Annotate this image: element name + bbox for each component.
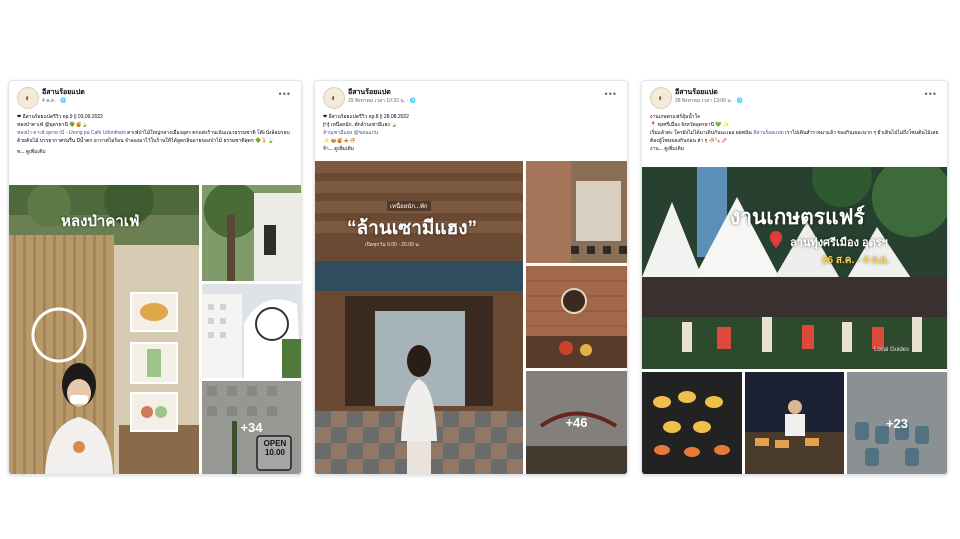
brick-wall-photo: [526, 266, 627, 368]
post-caption: ❤ อีสานร้อยแปดรีวิว ep.8 || 28.08.2022: [323, 114, 409, 120]
post-line: 🍽 เหนื่อยนัก..พักล้านเซามีแฮง 🍃: [323, 122, 398, 128]
page-avatar[interactable]: ◐: [323, 87, 345, 109]
more-photos-count[interactable]: +34: [202, 381, 301, 474]
overlay-small-text: เหนื่อยนัก...พัก: [387, 201, 431, 211]
more-photos-count[interactable]: +23: [847, 372, 947, 474]
post-header: ◐ อีสานร้อยแปด 29 สิงหาคม เวลา 10:32 น. …: [315, 81, 627, 113]
photo-main[interactable]: หลงป่าคาเฟ่: [9, 185, 199, 474]
tree-photo: [202, 185, 301, 281]
post-card-2: ◐ อีสานร้อยแปด 29 สิงหาคม เวลา 10:32 น. …: [314, 80, 628, 475]
post-timestamp[interactable]: 4 พ.ค. · 🌐: [42, 97, 66, 105]
food-photo: [642, 372, 742, 474]
building-photo: [202, 284, 301, 378]
stall-photo: [745, 372, 844, 474]
see-more-link[interactable]: ท... ดูเพิ่มเติม: [17, 149, 46, 155]
photo-2[interactable]: [202, 185, 301, 281]
page-avatar[interactable]: ◐: [17, 87, 39, 109]
local-guides-watermark: Local Guides: [874, 347, 910, 353]
post-line: หลงป่าคาเฟ่ @อุดรธานี 🌳🍯🍃: [17, 122, 88, 128]
post-caption: ❤ อีสานร้อยแปดรีวิว ep.9 || 03.09.2022: [17, 114, 103, 120]
photo-2[interactable]: [526, 161, 627, 263]
post-card-1: ◐ อีสานร้อยแปด 4 พ.ค. · 🌐 ••• ❤ อีสานร้อ…: [8, 80, 302, 475]
overlay-sub-text: เปิดทุกวัน 9.00 - 20.00 น.: [365, 242, 420, 248]
overlay-dates: 26 ส.ค. - 4 ก.ย.: [822, 255, 889, 266]
photo-overlay-text: หลงป่าคาเฟ่: [61, 213, 140, 230]
page-mention-link[interactable]: อีสานร้อยแปด: [753, 130, 784, 136]
photo-4[interactable]: +46: [526, 371, 627, 474]
post-timestamp[interactable]: 29 สิงหาคม เวลา 10:32 น. · 🌐: [348, 97, 416, 105]
more-options-icon[interactable]: •••: [605, 89, 617, 99]
photo-overlay-title: งานเกษตรแฟร์: [730, 206, 865, 229]
post-header: ◐ อีสานร้อยแปด 4 พ.ค. · 🌐 •••: [9, 81, 301, 113]
post-body: ✨ 🍲🍯🍝🍜: [323, 138, 356, 144]
post-text: ❤ อีสานร้อยแปดรีวิว ep.9 || 03.09.2022 ห…: [9, 113, 301, 156]
more-options-icon[interactable]: •••: [279, 89, 291, 99]
post-header: ◐ อีสานร้อยแปด 28 สิงหาคม เวลา 13:06 น. …: [642, 81, 947, 113]
post-text: ❤ อีสานร้อยแปดรีวิว ep.8 || 28.08.2022 🍽…: [315, 113, 627, 153]
photo-grid: งานเกษตรแฟร์ ลานทุ่งศรีเมือง อุดรฯ 26 ส.…: [642, 167, 947, 474]
photo-3[interactable]: [202, 284, 301, 378]
photo-3[interactable]: [526, 266, 627, 368]
page-avatar[interactable]: ◐: [650, 87, 672, 109]
more-photos-count[interactable]: +46: [526, 371, 627, 474]
see-more-link[interactable]: งาน... ดูเพิ่มเติม: [650, 146, 684, 152]
photo-main[interactable]: งานเกษตรแฟร์ ลานทุ่งศรีเมือง อุดรฯ 26 ส.…: [642, 167, 947, 369]
page-mention-link[interactable]: ล้านเซามีแฮง @ขอนแก่น: [323, 130, 378, 136]
photo-3[interactable]: [745, 372, 844, 474]
photo-grid: หลงป่าคาเฟ่ OPEN 10.00 +34: [9, 185, 301, 474]
photo-grid: เหนื่อยนัก...พัก “ล้านเซามีแฮง” เปิดทุกว…: [315, 161, 627, 474]
post-text: งานเกษตรแฟร์อุ้มน้ำใจ 📍 ทุ่งศรีเมือง จัง…: [642, 113, 947, 153]
see-more-link[interactable]: จ้า... ดูเพิ่มเติม: [323, 146, 354, 152]
post-card-3: ◐ อีสานร้อยแปด 28 สิงหาคม เวลา 13:06 น. …: [641, 80, 948, 475]
page-mention-link[interactable]: หลงป่า คาเฟ่ อุดรธานี - Lhong pa Cafe Ud…: [17, 130, 126, 136]
photo-overlay-title: “ล้านเซามีแฮง”: [347, 218, 478, 239]
photo-4[interactable]: +23: [847, 372, 947, 474]
interior-photo: [526, 161, 627, 263]
photo-4[interactable]: OPEN 10.00 +34: [202, 381, 301, 474]
more-options-icon[interactable]: •••: [925, 89, 937, 99]
post-body-pre: เริ่มแล้วค่ะ ใครยังไม่ได้มาเดินกันนะเออ …: [650, 130, 752, 136]
fair-photo: [642, 167, 947, 369]
post-timestamp[interactable]: 28 สิงหาคม เวลา 13:06 น. · 🌐: [675, 97, 743, 105]
post-caption: งานเกษตรแฟร์อุ้มน้ำใจ: [650, 114, 700, 120]
post-line: 📍 ทุ่งศรีเมือง จังหวัดอุดรธานี 💚 ✨: [650, 122, 730, 128]
photo-2[interactable]: [642, 372, 742, 474]
photo-main[interactable]: เหนื่อยนัก...พัก “ล้านเซามีแฮง” เปิดทุกว…: [315, 161, 523, 474]
overlay-place: ลานทุ่งศรีเมือง อุดรฯ: [790, 237, 888, 249]
